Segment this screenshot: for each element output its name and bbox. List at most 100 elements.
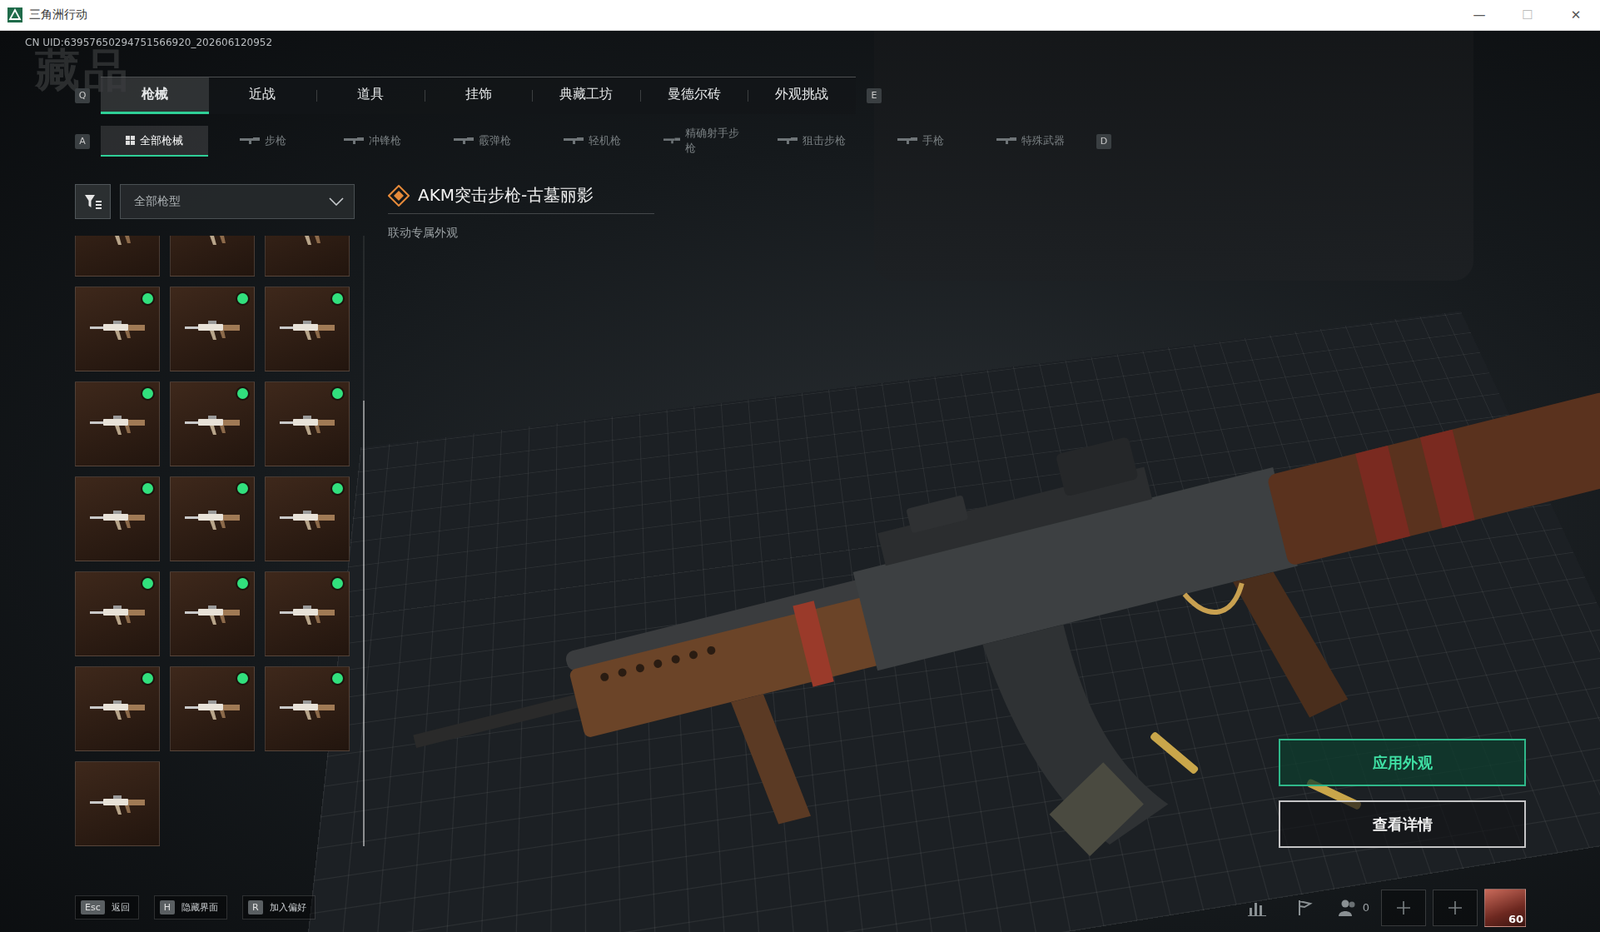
sub-tab[interactable]: 精确射手步枪 bbox=[646, 125, 757, 157]
hint-label: 隐藏界面 bbox=[181, 900, 219, 914]
scrollbar[interactable] bbox=[362, 235, 365, 846]
skin-thumbnail bbox=[278, 506, 337, 532]
skin-thumbnail bbox=[88, 601, 147, 627]
owned-dot bbox=[332, 672, 343, 684]
skin-card[interactable] bbox=[169, 286, 255, 372]
sub-tab[interactable]: 狙击步枪 bbox=[756, 125, 867, 157]
window-control-button[interactable]: ✕ bbox=[1551, 0, 1600, 30]
skin-thumbnail bbox=[183, 695, 242, 721]
skin-grid-viewport bbox=[74, 235, 350, 846]
skin-card[interactable] bbox=[264, 665, 350, 751]
skin-card[interactable] bbox=[169, 665, 255, 751]
window-control-button[interactable]: — bbox=[1455, 0, 1504, 30]
gun-icon bbox=[239, 136, 260, 145]
skin-thumbnail bbox=[88, 316, 147, 342]
main-tab[interactable]: 外观挑战 bbox=[747, 77, 856, 115]
skin-card[interactable] bbox=[169, 381, 255, 467]
sub-tab[interactable]: 轻机枪 bbox=[536, 125, 647, 157]
skin-thumbnail bbox=[183, 506, 242, 532]
skin-card[interactable] bbox=[74, 381, 160, 467]
friends-button[interactable]: 0 bbox=[1332, 889, 1375, 926]
filter-button[interactable] bbox=[74, 183, 111, 219]
skin-thumbnail bbox=[88, 411, 147, 437]
skin-card[interactable] bbox=[264, 571, 350, 656]
owned-dot bbox=[237, 482, 249, 494]
weapon-case bbox=[874, 30, 1474, 281]
skin-card[interactable] bbox=[74, 760, 160, 846]
filter-icon bbox=[84, 193, 103, 210]
owned-dot bbox=[142, 577, 154, 589]
skin-thumbnail bbox=[278, 316, 337, 342]
skin-thumbnail bbox=[278, 601, 337, 627]
action-button[interactable]: 查看详情 bbox=[1278, 800, 1526, 848]
hint-key: Esc bbox=[80, 899, 105, 915]
main-tabs: 枪械近战道具挂饰典藏工坊曼德尔砖外观挑战 bbox=[100, 76, 856, 115]
stats-button[interactable] bbox=[1236, 889, 1278, 926]
scrollbar-thumb[interactable] bbox=[362, 400, 365, 846]
content: 全部枪型AKM突击步枪-古墓丽影联动专属外观应用外观查看详情 bbox=[0, 183, 1600, 883]
bottom-bar: Esc返回 H 隐藏界面 R加入偏好 0 60 bbox=[0, 882, 1600, 932]
skin-card[interactable] bbox=[169, 476, 255, 562]
add-slot-button[interactable] bbox=[1432, 889, 1478, 926]
sub-tab[interactable]: 特殊武器 bbox=[975, 125, 1086, 157]
skin-thumbnail bbox=[183, 235, 242, 247]
mark-button[interactable] bbox=[1284, 889, 1327, 926]
main-tab[interactable]: 曼德尔砖 bbox=[640, 77, 749, 115]
sub-tab[interactable]: 步枪 bbox=[208, 125, 319, 157]
skin-card[interactable] bbox=[264, 381, 350, 467]
key-badge: A bbox=[74, 134, 90, 150]
gun-icon bbox=[777, 136, 798, 145]
skin-card[interactable] bbox=[169, 571, 255, 656]
gun-icon bbox=[996, 136, 1017, 145]
skin-card[interactable] bbox=[264, 286, 350, 372]
gun-icon bbox=[663, 136, 681, 145]
gun-icon bbox=[897, 136, 918, 145]
skin-card[interactable] bbox=[169, 235, 255, 277]
skin-card[interactable] bbox=[74, 571, 160, 656]
skin-thumbnail bbox=[88, 790, 147, 816]
main-tab[interactable]: 枪械 bbox=[100, 77, 209, 115]
chevron-down-icon bbox=[328, 197, 344, 206]
owned-dot bbox=[237, 387, 249, 399]
sub-tab[interactable]: 手枪 bbox=[866, 125, 977, 157]
grid-icon bbox=[125, 135, 135, 145]
sub-tab[interactable]: 霰弹枪 bbox=[427, 125, 538, 157]
skin-thumbnail bbox=[183, 411, 242, 437]
owned-dot bbox=[332, 387, 343, 399]
main-tab-row: Q枪械近战道具挂饰典藏工坊曼德尔砖外观挑战E bbox=[0, 76, 1600, 115]
people-icon bbox=[1337, 898, 1358, 917]
main-tab[interactable]: 近战 bbox=[208, 77, 318, 115]
main-tab[interactable]: 挂饰 bbox=[424, 77, 533, 115]
add-slot-button[interactable] bbox=[1381, 889, 1427, 926]
sub-tab[interactable]: 冲锋枪 bbox=[318, 125, 428, 157]
key-badge: D bbox=[1096, 134, 1112, 150]
key-hint[interactable]: Esc返回 bbox=[74, 894, 140, 920]
gun-type-dropdown[interactable]: 全部枪型 bbox=[119, 183, 355, 219]
skin-grid bbox=[74, 235, 350, 846]
player-avatar[interactable]: 60 bbox=[1484, 888, 1526, 927]
owned-dot bbox=[142, 387, 154, 399]
flag-icon bbox=[1296, 898, 1315, 917]
window-control-button[interactable]: ☐ bbox=[1503, 0, 1552, 30]
skin-card[interactable] bbox=[264, 476, 350, 562]
gun-icon bbox=[563, 136, 584, 145]
action-button[interactable]: 应用外观 bbox=[1278, 738, 1526, 786]
title-bar: 三角洲行动 —☐✕ bbox=[0, 0, 1600, 31]
sub-tab[interactable]: 全部枪械 bbox=[100, 125, 209, 157]
game-logo-icon bbox=[7, 7, 23, 23]
skin-card[interactable] bbox=[74, 476, 160, 562]
hint-key: H bbox=[159, 899, 175, 915]
main-tab[interactable]: 道具 bbox=[316, 77, 425, 115]
key-hint[interactable]: R加入偏好 bbox=[242, 894, 316, 920]
key-badge: E bbox=[866, 88, 882, 104]
skin-card[interactable] bbox=[74, 235, 160, 277]
skin-thumbnail bbox=[88, 235, 147, 247]
skin-card[interactable] bbox=[74, 665, 160, 751]
skin-card[interactable] bbox=[264, 235, 350, 277]
main-tab[interactable]: 典藏工坊 bbox=[531, 77, 641, 115]
key-hints: Esc返回 H 隐藏界面 R加入偏好 bbox=[74, 894, 316, 920]
owned-dot bbox=[142, 482, 154, 494]
window-title: 三角洲行动 bbox=[29, 7, 88, 23]
skin-card[interactable] bbox=[74, 286, 160, 372]
key-hint[interactable]: H 隐藏界面 bbox=[154, 894, 228, 920]
